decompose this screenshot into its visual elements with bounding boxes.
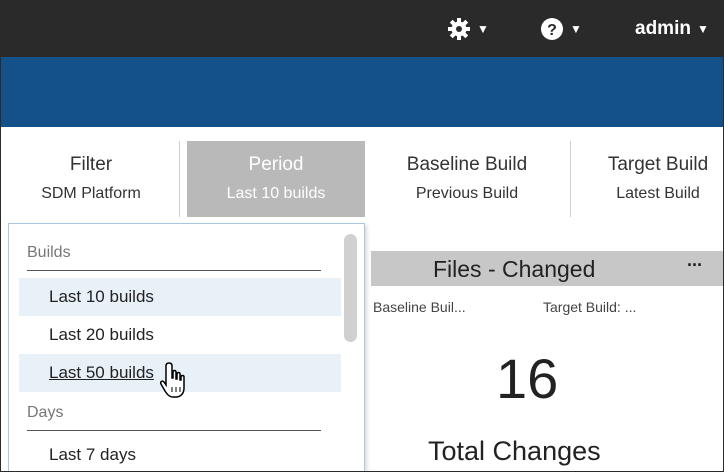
settings-menu[interactable]: ▼ [447, 1, 489, 57]
total-changes-label: Total Changes [428, 436, 601, 466]
top-navigation-bar: ▼ ? ▼ admin ▼ [1, 1, 723, 57]
widget-title: Files - Changed [433, 256, 596, 282]
filter-value: Previous Build [415, 185, 519, 202]
dropdown-scrollbar[interactable] [344, 234, 357, 342]
more-options-icon[interactable]: ··· [687, 255, 703, 276]
filter-value: Latest Build [616, 185, 700, 202]
app-window: ▼ ? ▼ admin ▼ Filter SDM Platform Period… [0, 0, 724, 472]
files-changed-widget: Files - Changed ··· Baseline Buil... Tar… [371, 251, 723, 471]
section-header-days: Days [27, 404, 321, 431]
option-last-7-days[interactable]: Last 7 days [19, 436, 341, 471]
option-label: Last 10 builds [49, 287, 154, 306]
help-menu[interactable]: ? ▼ [540, 1, 582, 57]
chevron-down-icon: ▼ [477, 22, 489, 36]
chevron-down-icon: ▼ [570, 22, 582, 36]
question-circle-icon: ? [541, 18, 563, 40]
option-label: Last 20 builds [49, 325, 154, 344]
user-name: admin [635, 18, 691, 39]
option-label: Last 7 days [49, 445, 136, 464]
filter-value: Last 10 builds [226, 185, 326, 202]
total-changes-value: 16 [496, 347, 559, 410]
filter-value: SDM Platform [41, 185, 141, 202]
filter-label: Period [248, 154, 304, 175]
filter-label: Baseline Build [406, 154, 528, 175]
gear-icon [448, 18, 470, 40]
filter-period[interactable]: Period Last 10 builds [187, 141, 365, 217]
target-build-caption: Target Build: ... [543, 299, 637, 315]
period-dropdown: Builds Last 10 builds Last 20 builds Las… [8, 223, 365, 471]
hand-pointer-icon [160, 362, 185, 398]
section-header-builds: Builds [27, 244, 321, 271]
header-band [1, 57, 723, 127]
divider [179, 141, 180, 217]
divider [570, 141, 571, 217]
filter-baseline-build[interactable]: Baseline Build Previous Build [379, 141, 555, 217]
widget-header: Files - Changed ··· [371, 251, 723, 286]
svg-text:?: ? [547, 22, 557, 39]
baseline-build-caption: Baseline Buil... [373, 299, 466, 315]
option-label: Last 50 builds [49, 363, 154, 382]
chevron-down-icon: ▼ [696, 22, 709, 36]
user-menu[interactable]: admin ▼ [635, 1, 709, 57]
filter-label: Filter [69, 154, 113, 175]
filter-platform[interactable]: Filter SDM Platform [11, 141, 171, 217]
option-last-20-builds[interactable]: Last 20 builds [19, 316, 341, 354]
option-last-10-builds[interactable]: Last 10 builds [19, 278, 341, 316]
filter-label: Target Build [607, 154, 709, 175]
filter-target-build[interactable]: Target Build Latest Build [583, 141, 723, 217]
